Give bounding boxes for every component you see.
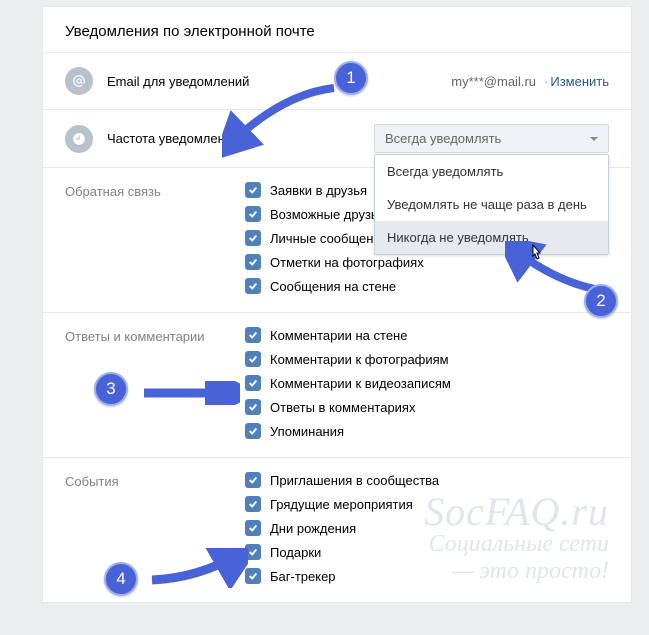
check-icon — [245, 206, 261, 222]
annotation-badge-4: 4 — [104, 562, 138, 596]
check-icon — [245, 399, 261, 415]
section-label-feedback: Обратная связь — [65, 182, 245, 302]
chk-photo-comments[interactable]: Комментарии к фотографиям — [245, 351, 609, 367]
chk-gifts[interactable]: Подарки — [245, 544, 609, 560]
change-link[interactable]: Изменить — [550, 74, 609, 89]
check-icon — [245, 182, 261, 198]
chk-birthdays[interactable]: Дни рождения — [245, 520, 609, 536]
annotation-badge-2: 2 — [584, 284, 618, 318]
annotation-badge-1: 1 — [334, 61, 368, 95]
check-icon — [245, 520, 261, 536]
check-icon — [245, 375, 261, 391]
frequency-dropdown: Всегда уведомлять Уведомлять не чаще раз… — [374, 154, 609, 255]
check-icon — [245, 254, 261, 270]
chk-invites[interactable]: Приглашения в сообщества — [245, 472, 609, 488]
chk-wall-comments[interactable]: Комментарии на стене — [245, 327, 609, 343]
check-icon — [245, 230, 261, 246]
freq-option-daily[interactable]: Уведомлять не чаще раза в день — [375, 188, 608, 221]
chk-bugtracker[interactable]: Баг-трекер — [245, 568, 609, 584]
frequency-select[interactable]: Всегда уведомлять — [374, 124, 609, 153]
annotation-arrow-4 — [148, 548, 248, 588]
at-icon — [65, 67, 93, 95]
annotation-arrow-3 — [140, 381, 240, 405]
chk-upcoming[interactable]: Грядущие мероприятия — [245, 496, 609, 512]
check-icon — [245, 472, 261, 488]
annotation-badge-3: 3 — [94, 372, 128, 406]
check-icon — [245, 423, 261, 439]
freq-option-always[interactable]: Всегда уведомлять — [375, 155, 608, 188]
chk-mentions[interactable]: Упоминания — [245, 423, 609, 439]
section-opts-events: Приглашения в сообщества Грядущие меропр… — [245, 472, 609, 592]
annotation-arrow-1 — [222, 84, 342, 158]
cursor-icon — [528, 244, 546, 264]
email-value: my***@mail.ru — [451, 74, 536, 89]
separator-dot: · — [544, 74, 548, 89]
frequency-select-wrap: Всегда уведомлять Всегда уведомлять Увед… — [374, 124, 609, 153]
page-title: Уведомления по электронной почте — [43, 7, 631, 52]
section-replies: Ответы и комментарии Комментарии на стен… — [43, 312, 631, 457]
chk-video-comments[interactable]: Комментарии к видеозаписям — [245, 375, 609, 391]
check-icon — [245, 496, 261, 512]
check-icon — [245, 351, 261, 367]
clock-icon — [65, 125, 93, 153]
check-icon — [245, 278, 261, 294]
check-icon — [245, 327, 261, 343]
section-opts-replies: Комментарии на стене Комментарии к фотог… — [245, 327, 609, 447]
chk-replies[interactable]: Ответы в комментариях — [245, 399, 609, 415]
